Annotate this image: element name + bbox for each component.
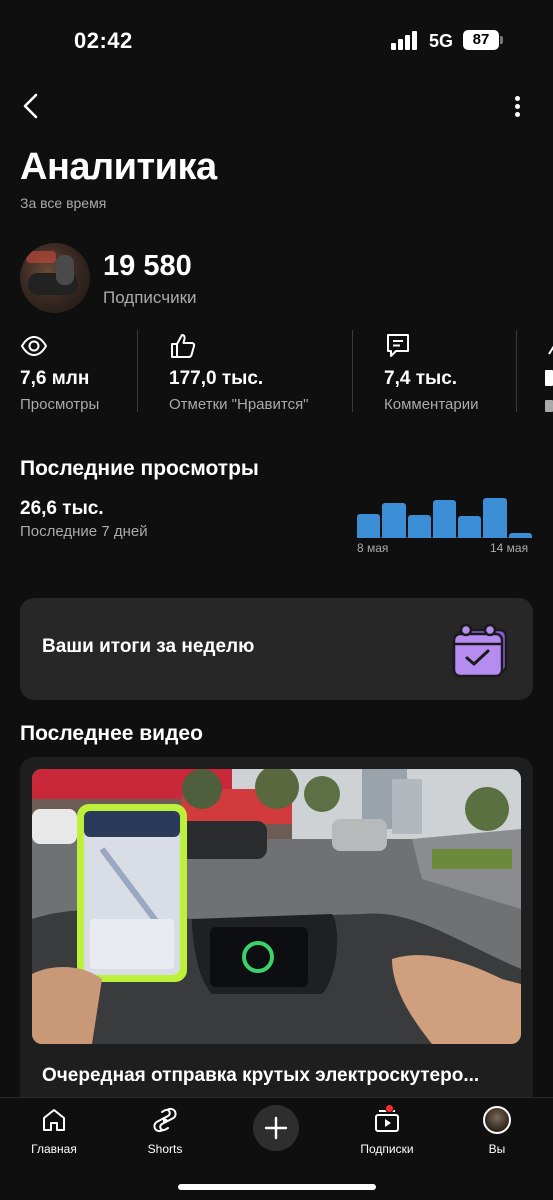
user-avatar [483,1106,511,1134]
views-value: 7,6 млн [20,368,90,389]
battery-icon: 87 [463,30,499,50]
page-title: Аналитика [20,146,217,188]
stat-divider [352,330,353,412]
weekly-summary-card[interactable]: Ваши итоги за неделю [20,598,533,700]
signal-icon [391,30,421,50]
share-icon [548,345,553,355]
plus-icon [264,1116,288,1140]
chart-bar [483,498,507,538]
more-dot [515,112,520,117]
latest-video-title: Последнее видео [20,722,203,745]
views-label: Просмотры [20,396,100,413]
nav-you-label: Вы [488,1142,506,1156]
status-time: 02:42 [74,28,133,53]
recent-views-chart[interactable] [357,488,532,538]
more-options-button[interactable] [505,88,529,124]
home-indicator [178,1184,376,1190]
chart-bar [357,514,381,538]
more-dot [515,104,520,109]
recent-views-title: Последние просмотры [20,457,259,480]
nav-home-label: Главная [31,1142,77,1156]
battery-level: 87 [472,31,490,48]
chart-tick-end: 14 мая [490,541,529,555]
chart-bar [407,514,431,538]
chart-bar [458,516,482,538]
network-label: 5G [429,31,454,51]
nav-subscriptions[interactable]: Подписки [347,1104,427,1158]
chart-bar [432,500,457,538]
nav-shorts[interactable]: Shorts [125,1106,205,1158]
chevron-left-icon [23,93,38,119]
weekly-summary-label: Ваши итоги за неделю [42,636,255,657]
chart-bar [508,533,532,538]
calendar-check-icon [452,623,508,678]
latest-video-card[interactable]: Очередная отправка крутых электроскутеро… [20,757,533,1100]
video-thumbnail[interactable] [32,769,521,1044]
chart-bar [382,502,406,538]
comments-value: 7,4 тыс. [384,368,458,389]
stat-comments[interactable]: 7,4 тыс. Комментарии [384,330,509,415]
shorts-icon [153,1107,177,1133]
chart-tick-start: 8 мая [357,541,389,555]
nav-shorts-label: Shorts [147,1142,183,1156]
video-thumbnail-image [32,769,521,1044]
recent-views-value: 26,6 тыс. [20,498,104,519]
thumbs-up-icon [171,334,196,358]
nav-subscriptions-label: Подписки [360,1142,414,1156]
home-icon [43,1109,65,1131]
comments-label: Комментарии [384,396,479,413]
eye-icon [20,335,48,357]
likes-value: 177,0 тыс. [169,368,264,389]
video-title[interactable]: Очередная отправка крутых электроскутеро… [42,1065,512,1087]
battery-tip [500,36,503,44]
channel-avatar [20,243,90,313]
nav-home[interactable]: Главная [14,1106,94,1158]
status-bar: 02:42 5G 87 [0,0,553,80]
recent-views-period: Последние 7 дней [20,523,148,540]
subscribers-label: Подписчики [103,288,197,307]
stat-divider [516,330,517,412]
stat-divider [137,330,138,412]
comment-icon [387,334,409,357]
notification-dot [385,1104,394,1113]
stat-views[interactable]: 7,6 млн Просмотры [20,330,130,415]
stat-likes[interactable]: 177,0 тыс. Отметки "Нравится" [169,330,339,415]
page-subtitle: За все время [20,195,107,211]
likes-label: Отметки "Нравится" [169,396,309,413]
subscribers-count: 19 580 [103,250,192,282]
create-button[interactable] [253,1105,299,1151]
nav-you[interactable]: Вы [457,1106,537,1158]
stat-next-partial[interactable] [545,330,553,415]
back-button[interactable] [14,88,50,124]
more-dots-icon [515,96,520,101]
